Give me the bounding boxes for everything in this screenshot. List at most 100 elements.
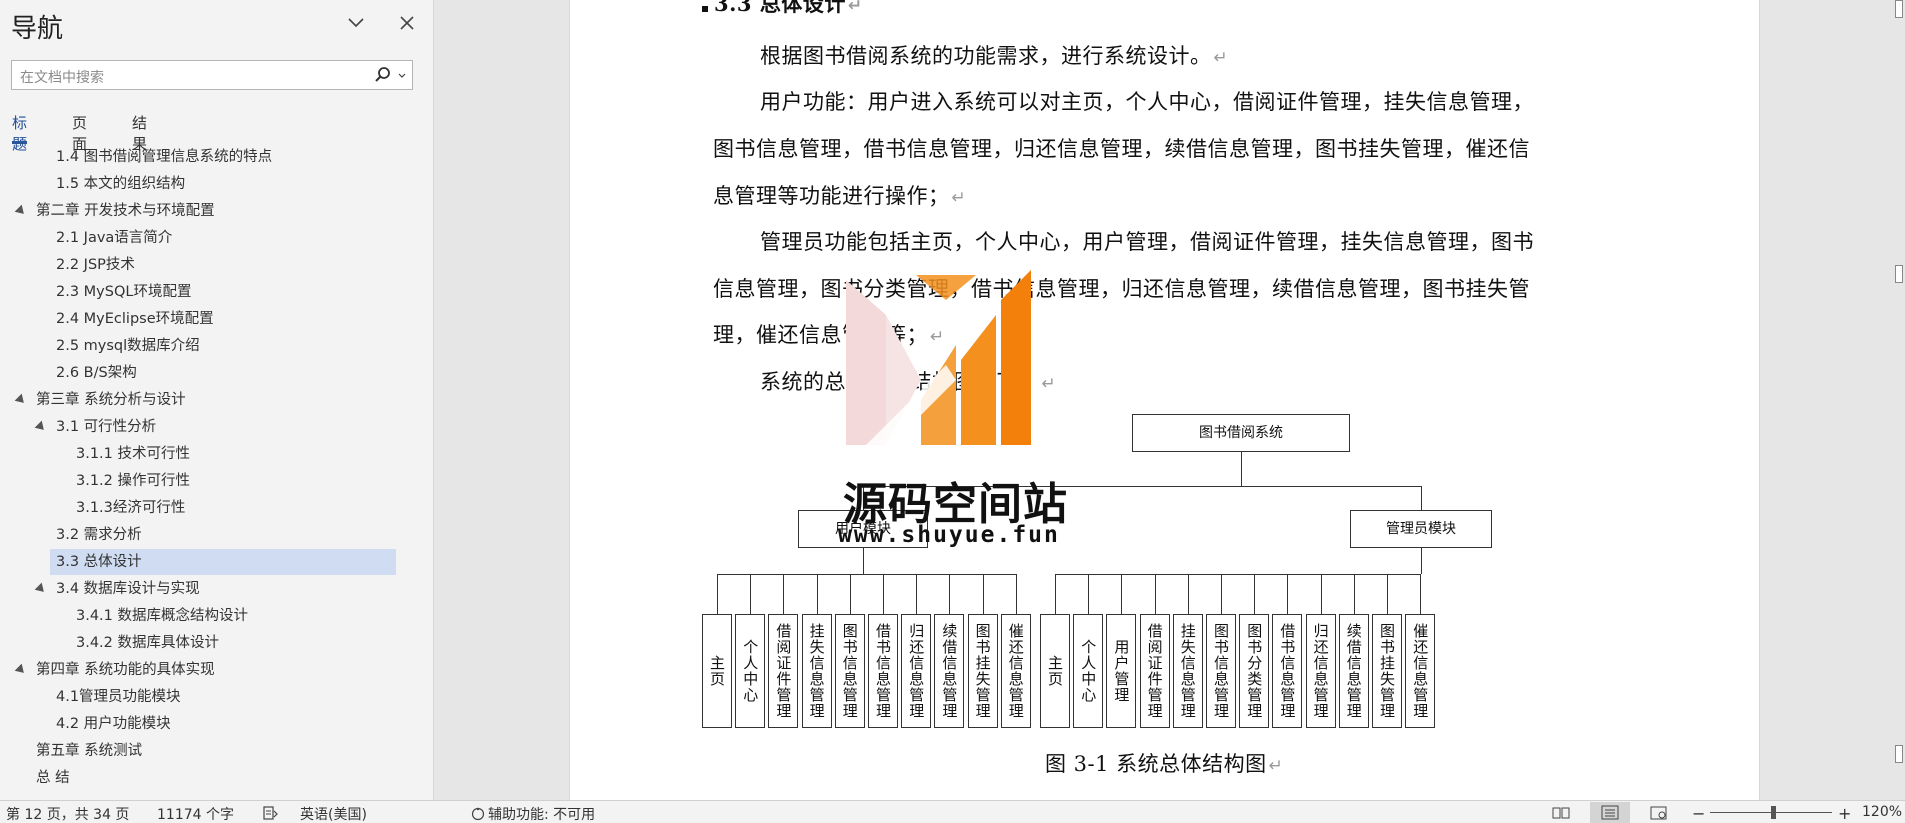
nav-tree-label: 3.4.1 数据库概念结构设计 bbox=[76, 608, 249, 624]
nav-tree-item[interactable]: 3.4.1 数据库概念结构设计 bbox=[0, 603, 400, 629]
nav-tree-item[interactable]: 3.1 可行性分析 bbox=[0, 414, 400, 440]
paragraph-1: 根据图书借阅系统的功能需求，进行系统设计。 ↵ bbox=[760, 44, 1229, 68]
diagram-leaf-box: 个人中心 bbox=[1073, 614, 1104, 728]
read-mode-icon[interactable] bbox=[1552, 805, 1570, 821]
close-icon[interactable] bbox=[394, 10, 420, 36]
nav-tree-label: 3.4.2 数据库具体设计 bbox=[76, 635, 220, 651]
zoom-level[interactable]: 120% bbox=[1862, 804, 1902, 820]
paragraph-2-line-2: 图书信息管理，借书信息管理，归还信息管理，续借信息管理，图书挂失管理，催还信 bbox=[713, 137, 1530, 161]
nav-title: 导航 bbox=[11, 14, 64, 44]
zoom-slider-thumb[interactable] bbox=[1771, 806, 1776, 819]
diagram-leaf-box: 借阅证件管理 bbox=[1139, 614, 1170, 728]
vertical-scrollbar[interactable] bbox=[1895, 0, 1905, 800]
nav-tree-item[interactable]: 第五章 系统测试 bbox=[0, 738, 400, 764]
diagram-leaf-box: 图书信息管理 bbox=[1206, 614, 1236, 728]
diagram-leaf-label: 图书挂失管理 bbox=[1378, 623, 1396, 719]
nav-tree-label: 2.1 Java语言简介 bbox=[56, 230, 173, 246]
diagram-leaf-box: 主页 bbox=[702, 614, 732, 728]
document-canvas: 3.3 总体设计 ↵ 根据图书借阅系统的功能需求，进行系统设计。 ↵ 用户功能：用户… bbox=[435, 0, 1905, 800]
paragraph-2-line-3: 息管理等功能进行操作； ↵ bbox=[713, 184, 967, 208]
nav-tree-item[interactable]: 1.4 图书借阅管理信息系统的特点 bbox=[0, 144, 400, 170]
chevron-down-icon[interactable] bbox=[343, 10, 369, 36]
diagram-leaf-label: 归还信息管理 bbox=[907, 623, 926, 719]
web-layout-icon[interactable] bbox=[1650, 805, 1668, 821]
diagram-leaf-label: 归还信息管理 bbox=[1311, 623, 1330, 719]
nav-tree-item[interactable]: 3.4.2 数据库具体设计 bbox=[0, 630, 400, 656]
nav-tree-item[interactable]: 2.2 JSP技术 bbox=[0, 252, 400, 278]
nav-tree-label: 4.2 用户功能模块 bbox=[56, 716, 171, 732]
language-indicator[interactable]: 英语(美国) bbox=[300, 804, 367, 823]
paragraph-mark-icon: ↵ bbox=[1268, 756, 1284, 776]
chevron-down-icon[interactable] bbox=[396, 68, 408, 82]
diagram-leaf-box: 挂失信息管理 bbox=[801, 614, 832, 728]
diagram-leaf-label: 续借信息管理 bbox=[940, 623, 959, 719]
expand-arrow-icon[interactable] bbox=[14, 393, 28, 407]
nav-tree-item[interactable]: 第二章 开发技术与环境配置 bbox=[0, 198, 400, 224]
accessibility-status[interactable]: 辅助功能: 不可用 bbox=[488, 804, 595, 823]
diagram-leaf-label: 个人中心 bbox=[1079, 639, 1098, 703]
nav-tree-label: 第二章 开发技术与环境配置 bbox=[36, 203, 215, 219]
nav-tree-item[interactable]: 3.1.3经济可行性 bbox=[0, 495, 400, 521]
zoom-out-button[interactable]: − bbox=[1692, 804, 1705, 823]
page-count[interactable]: 第 12 页，共 34 页 bbox=[6, 804, 129, 823]
nav-tree-item[interactable]: 第四章 系统功能的具体实现 bbox=[0, 657, 400, 683]
paragraph-mark-icon: ↵ bbox=[951, 188, 967, 208]
expand-arrow-icon[interactable] bbox=[34, 582, 48, 596]
diagram-leaf-box: 归还信息管理 bbox=[901, 614, 932, 728]
nav-tree-label: 4.1管理员功能模块 bbox=[56, 689, 181, 705]
accessibility-icon[interactable] bbox=[470, 805, 486, 821]
diagram-leaf-box: 借书信息管理 bbox=[868, 614, 898, 728]
nav-tree-item[interactable]: 2.1 Java语言简介 bbox=[0, 225, 400, 251]
expand-arrow-icon[interactable] bbox=[14, 204, 28, 218]
nav-tree-item[interactable]: 3.3 总体设计 bbox=[50, 549, 396, 575]
paragraph-2-line-1: 用户功能：用户进入系统可以对主页，个人中心，借阅证件管理，挂失信息管理， bbox=[760, 90, 1534, 114]
expand-arrow-icon[interactable] bbox=[14, 663, 28, 677]
proofing-icon[interactable] bbox=[262, 805, 280, 821]
nav-tree-label: 2.2 JSP技术 bbox=[56, 257, 135, 273]
nav-tree-label: 3.1.3经济可行性 bbox=[76, 500, 186, 516]
diagram-leaf-label: 挂失信息管理 bbox=[807, 623, 826, 719]
print-layout-button[interactable] bbox=[1590, 802, 1630, 823]
nav-tree-label: 1.5 本文的组织结构 bbox=[56, 176, 186, 192]
nav-tree-item[interactable]: 2.3 MySQL环境配置 bbox=[0, 279, 400, 305]
nav-tree-item[interactable]: 1.5 本文的组织结构 bbox=[0, 171, 400, 197]
nav-tree-item[interactable]: 2.5 mysql数据库介绍 bbox=[0, 333, 400, 359]
document-page[interactable]: 3.3 总体设计 ↵ 根据图书借阅系统的功能需求，进行系统设计。 ↵ 用户功能：用户… bbox=[569, 0, 1760, 800]
diagram-leaf-label: 借书信息管理 bbox=[1278, 623, 1297, 719]
nav-tree-label: 3.2 需求分析 bbox=[56, 527, 142, 543]
diagram-leaf-label: 挂失信息管理 bbox=[1178, 623, 1197, 719]
nav-tree-item[interactable]: 3.2 需求分析 bbox=[0, 522, 400, 548]
nav-tree-item[interactable]: 2.4 MyEclipse环境配置 bbox=[0, 306, 400, 332]
word-count[interactable]: 11174 个字 bbox=[157, 804, 234, 823]
section-heading: 3.3 总体设计 ↵ bbox=[714, 0, 863, 18]
search-input[interactable]: 在文档中搜索 bbox=[11, 60, 413, 90]
diagram-leaf-label: 借阅证件管理 bbox=[774, 623, 793, 719]
figure-caption: 图 3-1 系统总体结构图 ↵ bbox=[1045, 752, 1284, 776]
nav-tree-label: 第五章 系统测试 bbox=[36, 743, 143, 759]
scroll-marker bbox=[1895, 745, 1903, 763]
search-icon[interactable] bbox=[374, 66, 392, 84]
diagram-leaf-box: 图书挂失管理 bbox=[967, 614, 998, 728]
nav-tree-item[interactable]: 3.1.2 操作可行性 bbox=[0, 468, 400, 494]
nav-tree-item[interactable]: 3.4 数据库设计与实现 bbox=[0, 576, 400, 602]
paragraph-mark-icon: ↵ bbox=[847, 0, 863, 16]
diagram-leaf-box: 图书信息管理 bbox=[834, 614, 865, 728]
diagram-root-box: 图书借阅系统 bbox=[1132, 414, 1350, 452]
expand-arrow-icon[interactable] bbox=[34, 420, 48, 434]
nav-tree-item[interactable]: 2.6 B/S架构 bbox=[0, 360, 400, 386]
nav-tree-item[interactable]: 总 结 bbox=[0, 765, 400, 791]
nav-tree-label: 3.1.2 操作可行性 bbox=[76, 473, 191, 489]
zoom-in-button[interactable]: + bbox=[1838, 804, 1851, 823]
nav-tree-label: 2.4 MyEclipse环境配置 bbox=[56, 311, 214, 327]
diagram-leaf-box: 借阅证件管理 bbox=[768, 614, 799, 728]
status-bar: 第 12 页，共 34 页 11174 个字 英语(美国) 辅助功能: 不可用 … bbox=[0, 800, 1905, 823]
diagram-leaf-label: 催还信息管理 bbox=[1006, 623, 1025, 719]
nav-tree-item[interactable]: 第三章 系统分析与设计 bbox=[0, 387, 400, 413]
nav-tree-item[interactable]: 4.1管理员功能模块 bbox=[0, 684, 400, 710]
diagram-leaf-box: 催还信息管理 bbox=[1405, 614, 1436, 728]
diagram-leaf-label: 图书信息管理 bbox=[840, 623, 859, 719]
nav-tree-item[interactable]: 4.2 用户功能模块 bbox=[0, 711, 400, 737]
nav-tree-item[interactable]: 3.1.1 技术可行性 bbox=[0, 441, 400, 467]
diagram-leaf-box: 个人中心 bbox=[735, 614, 766, 728]
paragraph-3-line-2: 信息管理，图书分类管理，借书信息管理，归还信息管理，续借信息管理，图书挂失管 bbox=[713, 277, 1530, 301]
